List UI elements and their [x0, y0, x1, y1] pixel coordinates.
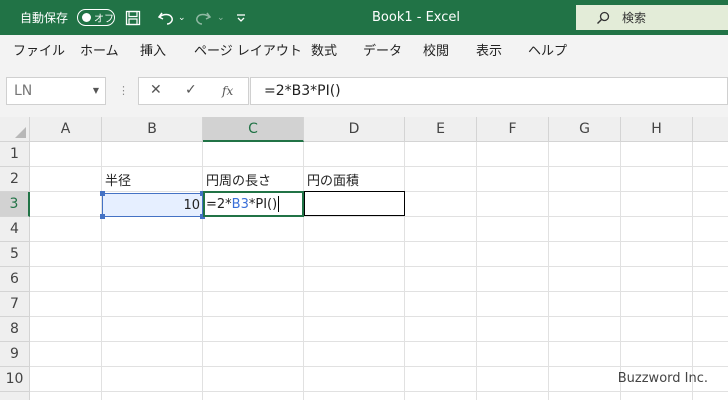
row-header-9[interactable]: 9	[0, 342, 30, 367]
gridline	[620, 142, 621, 400]
select-all-triangle-icon	[15, 127, 26, 138]
column-header-b[interactable]: B	[102, 117, 203, 142]
gridline	[30, 366, 728, 367]
row-header-7[interactable]: 7	[0, 292, 30, 317]
range-handle[interactable]	[100, 214, 105, 219]
save-button[interactable]	[125, 0, 141, 35]
tab-insert[interactable]: 挿入	[140, 35, 166, 64]
tab-help[interactable]: ヘルプ	[528, 35, 567, 64]
row-header-6[interactable]: 6	[0, 267, 30, 292]
autosave-toggle[interactable]: オフ	[77, 9, 115, 26]
watermark: Buzzword Inc.	[617, 371, 708, 386]
gridline	[30, 241, 728, 242]
text-cursor	[278, 196, 280, 212]
undo-icon	[157, 12, 173, 25]
gridline	[30, 166, 728, 167]
worksheet-grid[interactable]: A B C D E F G H 1 2 3 4 5 6 7 8 9 10	[0, 117, 728, 400]
insert-function-icon[interactable]: fx	[222, 84, 233, 98]
tab-home[interactable]: ホーム	[80, 35, 119, 64]
undo-button[interactable]	[157, 0, 175, 35]
search-box[interactable]: 検索	[576, 5, 728, 30]
autosave-state: オフ	[94, 14, 114, 25]
column-header-e[interactable]: E	[405, 117, 477, 142]
tab-page-layout[interactable]: ページ レイアウト	[194, 35, 302, 64]
gridline	[548, 142, 549, 400]
cell-b3[interactable]: 10	[100, 191, 205, 219]
autosave-label: 自動保存	[20, 11, 69, 25]
tab-view[interactable]: 表示	[476, 35, 502, 64]
gridline	[692, 142, 693, 400]
row-header-3[interactable]: 3	[0, 192, 30, 217]
gridline	[202, 142, 203, 400]
row-header-4[interactable]: 4	[0, 217, 30, 242]
gridline	[476, 142, 477, 400]
search-icon	[597, 11, 610, 24]
gridline	[404, 142, 405, 400]
cell-c3-editing[interactable]: =2* B3 *PI()	[203, 191, 304, 217]
column-header-c[interactable]: C	[203, 117, 304, 142]
row-header-5[interactable]: 5	[0, 242, 30, 267]
row-header-8[interactable]: 8	[0, 317, 30, 342]
formula-bar-area: LN ▼ ⋮ ✕ ✓ fx =2*B3*PI()	[0, 64, 728, 117]
redo-icon	[196, 12, 212, 25]
tab-review[interactable]: 校閲	[423, 35, 449, 64]
cell-b2[interactable]: 半径	[105, 167, 131, 191]
range-handle[interactable]	[100, 191, 105, 196]
row-header-overflow	[0, 392, 30, 400]
customize-qat-icon[interactable]	[236, 0, 246, 35]
row-header-2[interactable]: 2	[0, 167, 30, 192]
undo-dropdown-chevron-icon[interactable]: ⌄	[178, 0, 186, 35]
document-title: Book1 - Excel	[372, 10, 461, 25]
gridline	[30, 341, 728, 342]
tab-file[interactable]: ファイル	[13, 35, 65, 64]
formula-reference-b3: B3	[231, 196, 249, 212]
row-header-1[interactable]: 1	[0, 142, 30, 167]
formula-buttons: ✕ ✓ fx	[138, 77, 249, 105]
tab-data[interactable]: データ	[363, 35, 402, 64]
formula-input[interactable]: =2*B3*PI()	[250, 77, 728, 105]
column-header-d[interactable]: D	[304, 117, 405, 142]
title-bar: 自動保存 オフ ⌄ ⌄ Book1 - Excel 検索	[0, 0, 728, 35]
ribbon-tabs: ファイル ホーム 挿入 ページ レイアウト 数式 データ 校閲 表示 ヘルプ	[0, 35, 728, 64]
cell-d2[interactable]: 円の面積	[307, 167, 359, 191]
tab-formulas[interactable]: 数式	[311, 35, 337, 64]
cell-b3-value: 10	[183, 197, 200, 213]
gridline	[30, 316, 728, 317]
name-box-value: LN	[14, 83, 33, 99]
gridline	[101, 142, 102, 400]
column-header-f[interactable]: F	[477, 117, 549, 142]
column-header-h[interactable]: H	[621, 117, 693, 142]
cell-c2[interactable]: 円周の長さ	[206, 167, 271, 191]
formula-bar-grip-icon[interactable]: ⋮	[118, 84, 129, 97]
redo-button[interactable]	[194, 0, 212, 35]
cell-d3[interactable]	[304, 191, 405, 216]
formula-part: =2*	[206, 196, 232, 212]
save-icon	[125, 10, 141, 25]
formula-part: *PI()	[248, 196, 278, 212]
search-label: 検索	[622, 11, 647, 25]
name-box[interactable]: LN ▼	[6, 77, 106, 105]
formula-text: =2*B3*PI()	[264, 83, 341, 99]
redo-dropdown-chevron-icon[interactable]: ⌄	[217, 0, 225, 35]
name-box-dropdown-icon[interactable]: ▼	[93, 86, 99, 95]
gridline	[30, 391, 728, 392]
toggle-knob	[82, 13, 91, 22]
enter-icon[interactable]: ✓	[185, 82, 197, 98]
gridline	[30, 291, 728, 292]
column-header-a[interactable]: A	[30, 117, 102, 142]
cancel-icon[interactable]: ✕	[150, 82, 162, 98]
row-header-10[interactable]: 10	[0, 367, 30, 392]
column-header-overflow	[693, 117, 728, 142]
column-header-g[interactable]: G	[549, 117, 621, 142]
gridline	[30, 266, 728, 267]
select-all-button[interactable]	[0, 117, 30, 142]
gridline	[303, 142, 304, 400]
